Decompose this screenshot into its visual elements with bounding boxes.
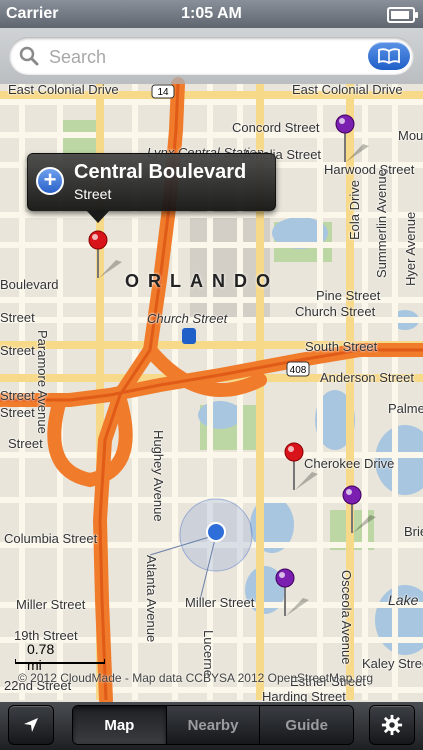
street-label: Street — [0, 388, 35, 403]
street-label: Hughey Avenue — [151, 430, 166, 522]
street-label: Street — [0, 343, 35, 358]
map-pin-purple[interactable] — [273, 568, 313, 620]
street-label: Osceola Avenue — [339, 570, 354, 665]
street-label: Palme — [388, 401, 423, 416]
tab-guide[interactable]: Guide — [260, 706, 353, 744]
tab-nearby[interactable]: Nearby — [166, 706, 261, 744]
street-label: Miller Street — [185, 595, 255, 610]
street-label: Anderson Street — [320, 370, 414, 385]
location-arrow-icon — [24, 718, 38, 732]
callout-subtitle: Street — [74, 186, 112, 202]
callout-title: Central Boulevard — [74, 161, 247, 183]
battery-icon — [387, 7, 418, 23]
city-label: ORLANDO — [125, 271, 279, 291]
street-label: Mou — [398, 128, 423, 143]
street-label: Boulevard — [0, 277, 59, 292]
tab-map[interactable]: Map — [73, 706, 167, 744]
street-label: Eola Drive — [347, 180, 362, 240]
bookmarks-button[interactable] — [368, 42, 410, 70]
gear-icon — [381, 714, 403, 736]
clock: 1:05 AM — [181, 5, 242, 22]
current-location-dot — [206, 522, 226, 542]
street-label: Lucerne — [201, 630, 216, 677]
transit-icon — [182, 328, 196, 344]
map-pin-purple[interactable] — [340, 485, 380, 537]
view-switcher: Map Nearby Guide — [72, 705, 354, 745]
search-icon — [19, 46, 39, 66]
map-pin-purple[interactable] — [333, 114, 373, 166]
status-bar: Carrier 1:05 AM — [0, 0, 423, 28]
map-view[interactable]: 408 14 East Colonial Drive East Colonial… — [0, 0, 423, 750]
street-label: Miller Street — [16, 597, 86, 612]
book-icon — [378, 48, 400, 64]
street-label: Pine Street — [316, 288, 381, 303]
street-label: Street — [8, 436, 43, 451]
bottom-toolbar: Map Nearby Guide — [0, 702, 423, 750]
map-pin-red[interactable] — [282, 442, 322, 494]
street-label: Paramore Avenue — [35, 330, 50, 434]
street-label: Atlanta Avenue — [144, 555, 159, 643]
add-icon[interactable]: + — [36, 167, 64, 195]
locate-button[interactable] — [8, 705, 54, 745]
street-label: Concord Street — [232, 120, 320, 135]
water-label: Lake — [388, 592, 419, 608]
street-label: East Colonial Drive — [8, 82, 119, 97]
street-label: Street — [0, 405, 35, 420]
highway-shield-label: 14 — [157, 87, 169, 98]
street-label: Columbia Street — [4, 531, 98, 546]
highway-shield-label: 408 — [290, 365, 307, 376]
pin-callout[interactable]: + Central Boulevard Street — [27, 153, 276, 223]
street-label: Summerlin Avenue — [374, 169, 389, 278]
settings-button[interactable] — [369, 705, 415, 745]
search-input[interactable] — [47, 45, 361, 69]
street-label: Church Street — [295, 304, 376, 319]
street-label: Kaley Street — [362, 656, 423, 671]
street-label: Hyer Avenue — [403, 211, 418, 286]
street-label: East Colonial Drive — [292, 82, 403, 97]
map-attribution: © 2012 CloudMade - Map data CCBYSA 2012 … — [18, 671, 374, 685]
map-pin-red[interactable] — [86, 230, 126, 282]
street-label: Street — [0, 310, 35, 325]
street-label: Brie — [404, 524, 423, 539]
search-field[interactable] — [9, 37, 414, 75]
scale-bar — [15, 659, 105, 664]
street-label: South Street — [305, 339, 378, 354]
scale-label: 0.78 mi — [27, 641, 55, 673]
street-label: Church Street — [147, 311, 228, 326]
search-bar — [0, 28, 423, 84]
